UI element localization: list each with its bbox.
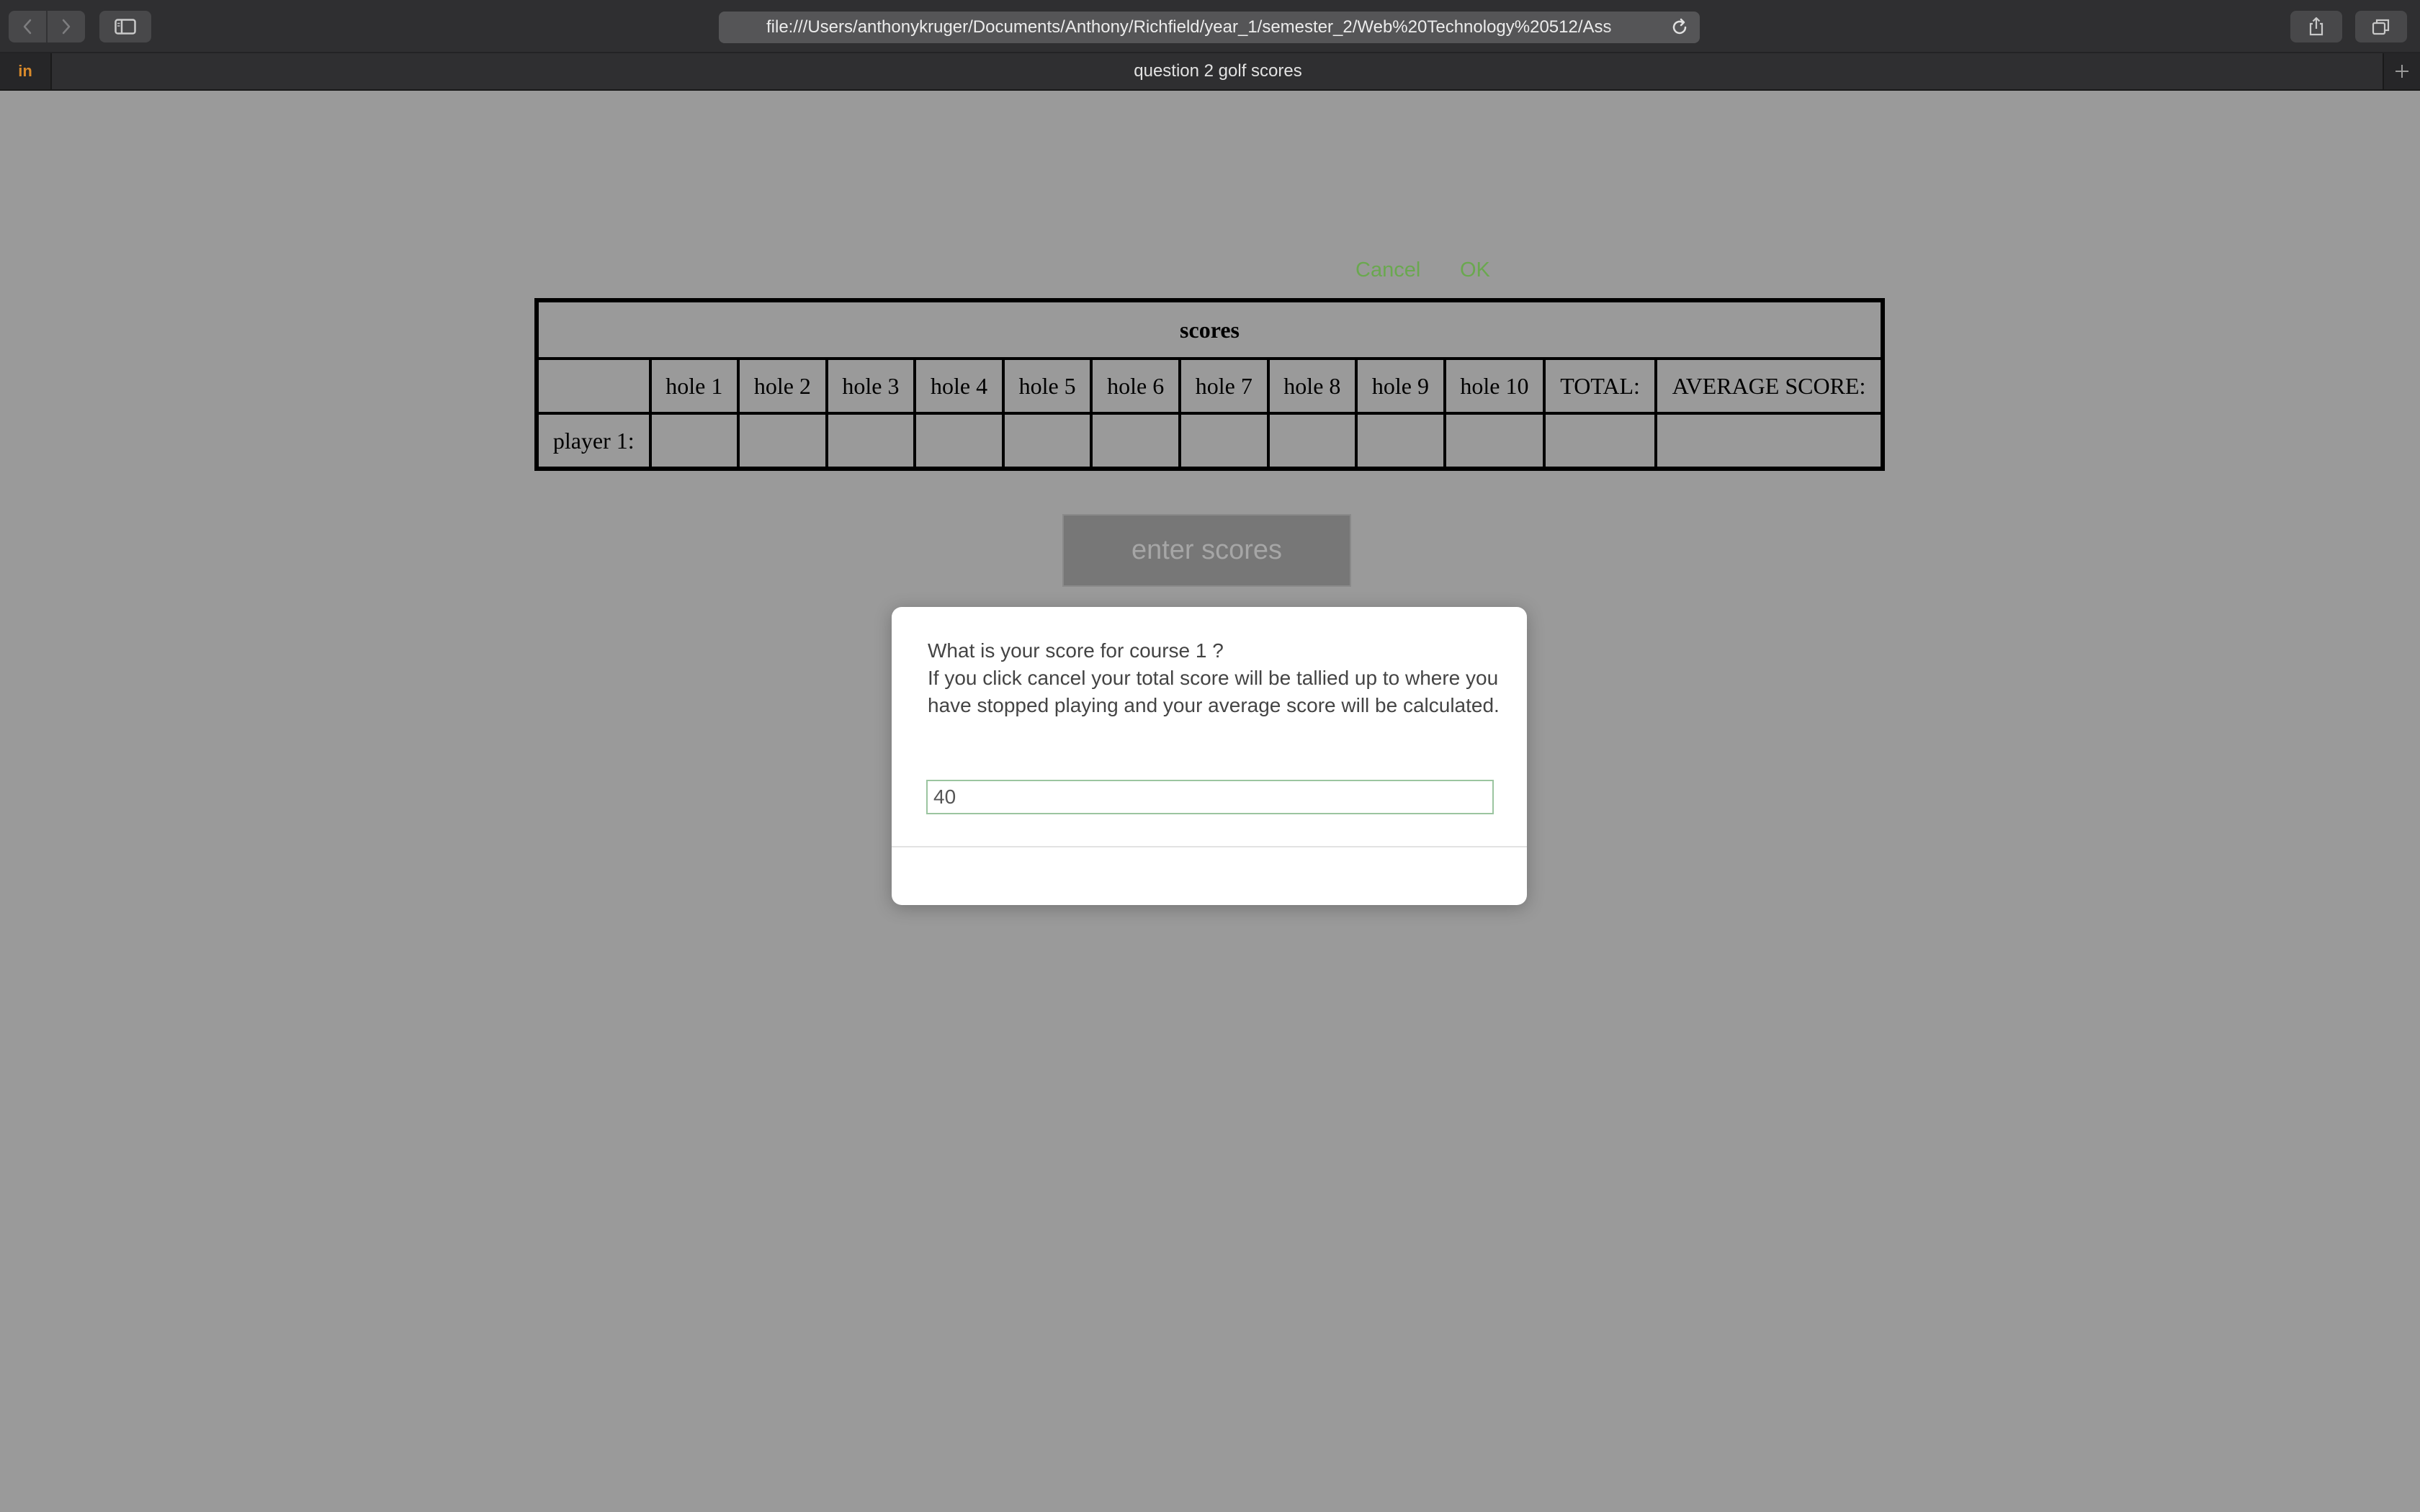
browser-toolbar: file:///Users/anthonykruger/Documents/An… <box>0 0 2420 53</box>
scores-table: scores hole 1 hole 2 hole 3 hole 4 hole … <box>534 298 1885 471</box>
score-cell <box>1179 413 1268 468</box>
column-header: hole 4 <box>915 359 1003 413</box>
column-header: hole 3 <box>826 359 915 413</box>
table-caption-row: scores <box>537 301 1882 359</box>
score-cell <box>1356 413 1445 468</box>
column-header: hole 10 <box>1444 359 1545 413</box>
forward-button[interactable] <box>46 11 85 42</box>
average-cell <box>1655 413 1882 468</box>
score-cell <box>1091 413 1180 468</box>
column-header: hole 7 <box>1179 359 1268 413</box>
tabs-icon <box>2372 19 2390 35</box>
tab-question-2-golf-scores[interactable]: question 2 golf scores <box>52 53 2384 89</box>
chevron-left-icon <box>23 19 32 35</box>
column-header: hole 8 <box>1268 359 1357 413</box>
score-cell <box>1268 413 1357 468</box>
new-tab-button[interactable] <box>2383 53 2420 89</box>
column-header-total: TOTAL: <box>1544 359 1656 413</box>
score-input[interactable] <box>926 780 1494 814</box>
column-header: hole 9 <box>1356 359 1445 413</box>
dialog-question: What is your score for course 1 ? <box>928 639 1224 662</box>
dialog-divider <box>892 846 1527 847</box>
share-button[interactable] <box>2290 11 2342 42</box>
dialog-explanation: If you click cancel your total score wil… <box>928 667 1500 716</box>
score-cell <box>826 413 915 468</box>
tab-overview-button[interactable] <box>2355 11 2407 42</box>
plus-icon <box>2396 65 2408 78</box>
table-caption: scores <box>537 301 1882 359</box>
table-corner-cell <box>537 359 650 413</box>
column-header-average: AVERAGE SCORE: <box>1655 359 1882 413</box>
pinned-tab-logo: in <box>18 62 32 80</box>
table-row: player 1: <box>537 413 1882 468</box>
score-cell <box>738 413 827 468</box>
tab-bar: in question 2 golf scores <box>0 53 2420 91</box>
reload-button[interactable] <box>1670 17 1690 37</box>
tab-title: question 2 golf scores <box>1134 61 1302 81</box>
enter-scores-button[interactable]: enter scores <box>1062 514 1351 587</box>
back-button[interactable] <box>9 11 46 42</box>
url-text: file:///Users/anthonykruger/Documents/An… <box>766 17 1612 37</box>
column-header: hole 1 <box>650 359 739 413</box>
ok-button[interactable]: OK <box>1460 252 1490 288</box>
chevron-right-icon <box>62 19 71 35</box>
row-label: player 1: <box>537 413 650 468</box>
score-cell <box>650 413 739 468</box>
sidebar-toggle-button[interactable] <box>99 11 151 42</box>
column-header: hole 5 <box>1003 359 1092 413</box>
column-header: hole 6 <box>1091 359 1180 413</box>
share-icon <box>2309 17 2323 36</box>
navigation-buttons <box>9 11 85 42</box>
score-cell <box>1444 413 1545 468</box>
score-cell <box>1003 413 1092 468</box>
column-header: hole 2 <box>738 359 827 413</box>
address-bar[interactable]: file:///Users/anthonykruger/Documents/An… <box>719 12 1700 43</box>
score-cell <box>915 413 1003 468</box>
pinned-tab[interactable]: in <box>0 53 52 89</box>
prompt-dialog: What is your score for course 1 ? If you… <box>892 607 1527 905</box>
table-header-row: hole 1 hole 2 hole 3 hole 4 hole 5 hole … <box>537 359 1882 413</box>
dialog-message: What is your score for course 1 ? If you… <box>928 637 1504 719</box>
cancel-button[interactable]: Cancel <box>1355 252 1420 288</box>
total-cell <box>1544 413 1656 468</box>
reload-icon <box>1672 18 1687 35</box>
sidebar-icon <box>115 19 136 35</box>
